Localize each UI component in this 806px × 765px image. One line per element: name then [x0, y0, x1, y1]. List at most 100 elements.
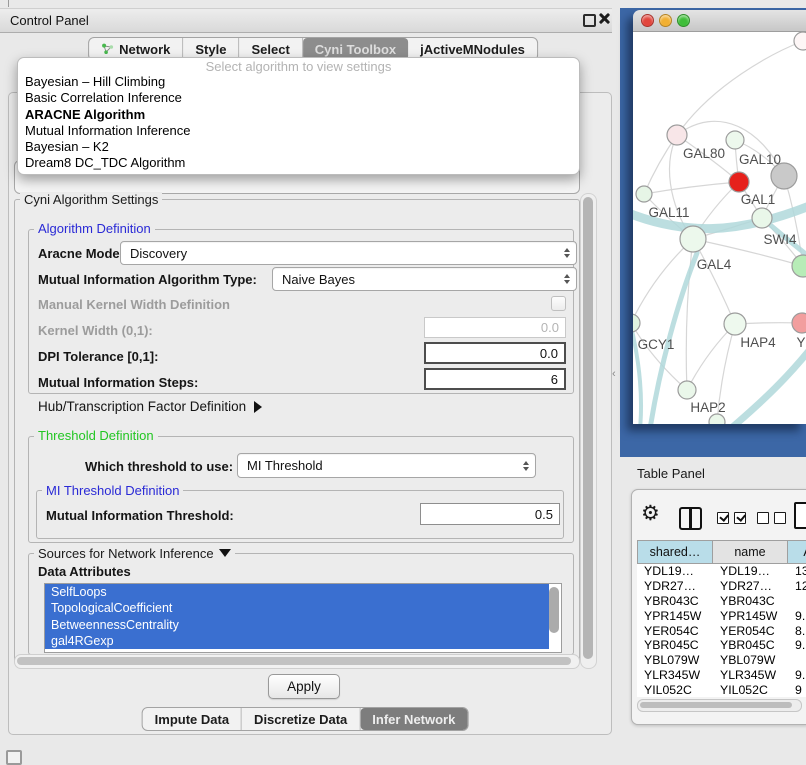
network-node[interactable] [792, 255, 806, 277]
algorithm-definition-legend: Algorithm Definition [34, 221, 155, 236]
float-window-icon[interactable] [583, 14, 596, 27]
close-icon[interactable] [598, 13, 609, 24]
network-node[interactable] [667, 125, 687, 145]
network-node[interactable] [752, 208, 772, 228]
tab-discretize-data[interactable]: Discretize Data [242, 708, 360, 730]
zoom-button[interactable] [677, 14, 690, 27]
network-edge[interactable] [677, 41, 803, 135]
algorithm-option[interactable]: Bayesian – K2 [18, 139, 579, 155]
window-edge-tick [8, 0, 9, 7]
table-row[interactable]: YPR145WYPR145W9. [637, 608, 806, 623]
node-label: GAL80 [683, 146, 725, 161]
network-node[interactable] [729, 172, 749, 192]
tab-label: Impute Data [155, 712, 229, 727]
dpi-tolerance-label: DPI Tolerance [0,1]: [38, 349, 158, 364]
minimized-panel-icon[interactable] [6, 750, 22, 765]
table-row[interactable]: YLR345WYLR345W9. [637, 668, 806, 683]
network-canvas[interactable]: GAL80GAL10GAL1GAL11SWI4GAL4GCY1HAP4YHAP2 [633, 32, 806, 424]
algorithm-option[interactable]: Bayesian – Hill Climbing [18, 74, 579, 90]
kernel-width-field: 0.0 [424, 317, 566, 338]
close-button[interactable] [641, 14, 654, 27]
table-cell: YIL052C [637, 683, 713, 697]
network-edge[interactable] [728, 347, 806, 424]
network-node[interactable] [633, 314, 640, 332]
collapse-arrow-icon[interactable] [219, 549, 231, 557]
table-row[interactable]: YBR043CYBR043C [637, 594, 806, 609]
network-node[interactable] [680, 226, 706, 252]
gear-icon[interactable]: ⚙ [641, 501, 660, 527]
document-icon[interactable] [794, 502, 806, 529]
table-row[interactable]: YBR045CYBR045C9. [637, 638, 806, 653]
cyni-settings-legend: Cyni Algorithm Settings [20, 192, 162, 207]
which-threshold-label: Which threshold to use: [85, 459, 233, 474]
tab-infer-network[interactable]: Infer Network [360, 708, 467, 730]
network-node[interactable] [636, 186, 652, 202]
table-row[interactable]: YDR27…YDR27…12 [637, 579, 806, 594]
minimize-button[interactable] [659, 14, 672, 27]
algorithm-option[interactable]: Mutual Information Inference [18, 123, 579, 139]
list-scrollbar[interactable] [549, 587, 559, 633]
table-row[interactable]: YDL19…YDL19…13 [637, 564, 806, 579]
network-node[interactable] [678, 381, 696, 399]
checked-box-icon [734, 512, 746, 524]
network-node[interactable] [709, 414, 725, 424]
node-label: Y [796, 335, 805, 350]
settings-vertical-scrollbar[interactable] [580, 193, 597, 669]
dpi-tolerance-field[interactable]: 0.0 [424, 342, 566, 364]
network-node[interactable] [794, 32, 806, 50]
network-edge[interactable] [687, 324, 735, 390]
deselect-all-icon[interactable] [757, 512, 786, 524]
column-header[interactable]: name [713, 540, 788, 564]
aracne-mode-combo[interactable]: Discovery [120, 241, 577, 265]
table-row[interactable]: YER054CYER054C8. [637, 623, 806, 638]
tab-impute-data[interactable]: Impute Data [143, 708, 242, 730]
algorithm-option[interactable]: ARACNE Algorithm [18, 107, 579, 123]
hub-section-toggle[interactable]: Hub/Transcription Factor Definition [38, 399, 262, 414]
network-node[interactable] [726, 131, 744, 149]
data-attributes-list[interactable]: SelfLoopsTopologicalCoefficientBetweenne… [44, 583, 562, 653]
network-node[interactable] [724, 313, 746, 335]
scrollbar-thumb[interactable] [17, 657, 571, 665]
network-edge[interactable] [644, 182, 739, 194]
data-attribute-item[interactable]: TopologicalCoefficient [45, 600, 549, 616]
expand-arrow-icon[interactable] [254, 401, 262, 413]
algorithm-option[interactable]: Basic Correlation Inference [18, 90, 579, 106]
scrollbar-thumb[interactable] [640, 702, 792, 709]
algorithm-dropdown: Select algorithm to view settings Bayesi… [17, 57, 580, 175]
split-columns-icon[interactable] [679, 507, 702, 530]
network-edge[interactable] [633, 239, 693, 323]
apply-button[interactable]: Apply [268, 674, 340, 699]
mi-threshold-field[interactable]: 0.5 [420, 503, 560, 525]
select-all-icon[interactable] [717, 512, 746, 524]
scrollbar-thumb[interactable] [583, 197, 593, 659]
split-pane-arrow-icon[interactable]: ‹ [612, 368, 616, 380]
network-node[interactable] [792, 313, 806, 333]
table-horizontal-scrollbar[interactable] [637, 699, 802, 712]
table-row[interactable]: YIL052CYIL052C9 [637, 682, 806, 697]
node-label: GAL1 [741, 192, 776, 207]
panel-title: Control Panel [10, 13, 89, 28]
manual-kernel-checkbox[interactable] [551, 296, 566, 311]
aracne-mode-value: Discovery [130, 246, 187, 261]
column-header[interactable]: A [788, 540, 806, 564]
data-attribute-item[interactable]: SelfLoops [45, 584, 549, 600]
network-window[interactable]: GAL80GAL10GAL1GAL11SWI4GAL4GCY1HAP4YHAP2 [633, 10, 806, 424]
mi-threshold-value: 0.5 [535, 507, 553, 522]
algorithm-option[interactable]: Dream8 DC_TDC Algorithm [18, 155, 579, 171]
network-edge[interactable] [693, 239, 735, 324]
settings-horizontal-scrollbar[interactable] [14, 654, 580, 669]
column-header[interactable]: shared… [637, 540, 713, 564]
network-window-titlebar[interactable] [633, 10, 806, 32]
table-cell: YBR043C [713, 594, 788, 608]
data-attribute-item[interactable]: gal4RGexp [45, 633, 549, 649]
sources-legend[interactable]: Sources for Network Inference [34, 546, 235, 561]
tab-label: Infer Network [372, 712, 455, 727]
tab-label: Select [251, 42, 289, 57]
node-label: GCY1 [638, 337, 675, 352]
mi-steps-field[interactable]: 6 [424, 368, 566, 390]
data-attribute-item[interactable]: BetweennessCentrality [45, 617, 549, 633]
table-cell: YBR045C [637, 638, 713, 652]
table-row[interactable]: YBL079WYBL079W [637, 653, 806, 668]
which-threshold-combo[interactable]: MI Threshold [237, 453, 536, 478]
mi-type-combo[interactable]: Naive Bayes [272, 267, 577, 291]
